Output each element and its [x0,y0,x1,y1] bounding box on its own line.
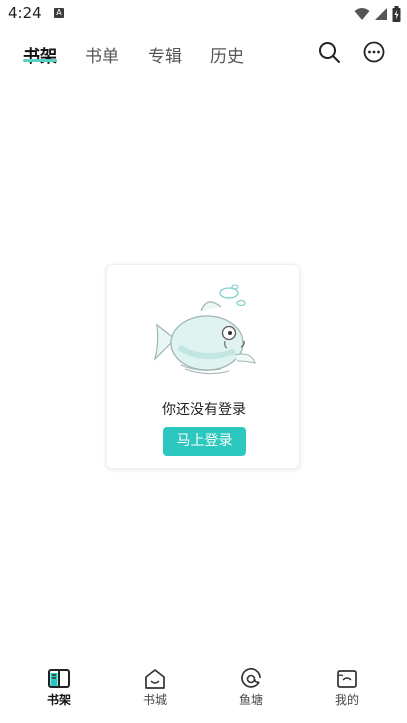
nav-label-bookshelf: 书架 [46,693,71,707]
login-prompt-card: 你还没有登录 马上登录 [106,264,300,469]
tab-bookshelf[interactable]: 书架 [23,42,57,67]
bookstore-icon [145,669,165,689]
fish-pond-icon [241,668,261,688]
bookshelf-icon [48,669,70,688]
nav-item-bookstore[interactable]: 书城 [125,662,185,712]
login-button[interactable]: 马上登录 [163,427,246,456]
status-time: 4:24 [8,4,42,22]
tab-history[interactable]: 历史 [210,42,244,67]
active-tab-indicator [23,59,57,62]
search-icon[interactable] [317,40,341,64]
not-logged-in-message: 你还没有登录 [162,402,246,418]
status-icons [354,6,401,22]
notification-a-icon: A [54,8,64,18]
fish-illustration [153,284,256,375]
nav-item-bookshelf[interactable]: 书架 [29,662,89,712]
bottom-navigation: 书架 书城 鱼塘 我的 [0,662,407,718]
nav-label-bookstore: 书城 [142,693,167,707]
nav-item-fish-pond[interactable]: 鱼塘 [221,662,281,712]
nav-label-profile: 我的 [334,693,359,707]
app-screen: 4:24 A 书架 书单 专辑 历史 你还没有登录 马上登录 书架 书城 鱼塘 … [0,0,407,723]
more-icon[interactable] [362,40,386,64]
tab-booklists[interactable]: 书单 [85,42,119,67]
nav-label-fish-pond: 鱼塘 [238,693,263,707]
battery-icon [392,6,401,22]
tab-albums[interactable]: 专辑 [148,42,182,67]
status-bar: 4:24 A [0,0,407,28]
nav-item-profile[interactable]: 我的 [317,662,377,712]
signal-icon [375,8,387,20]
top-tab-bar: 书架 书单 专辑 历史 [0,36,407,72]
profile-icon [337,670,357,688]
wifi-icon [354,8,370,20]
